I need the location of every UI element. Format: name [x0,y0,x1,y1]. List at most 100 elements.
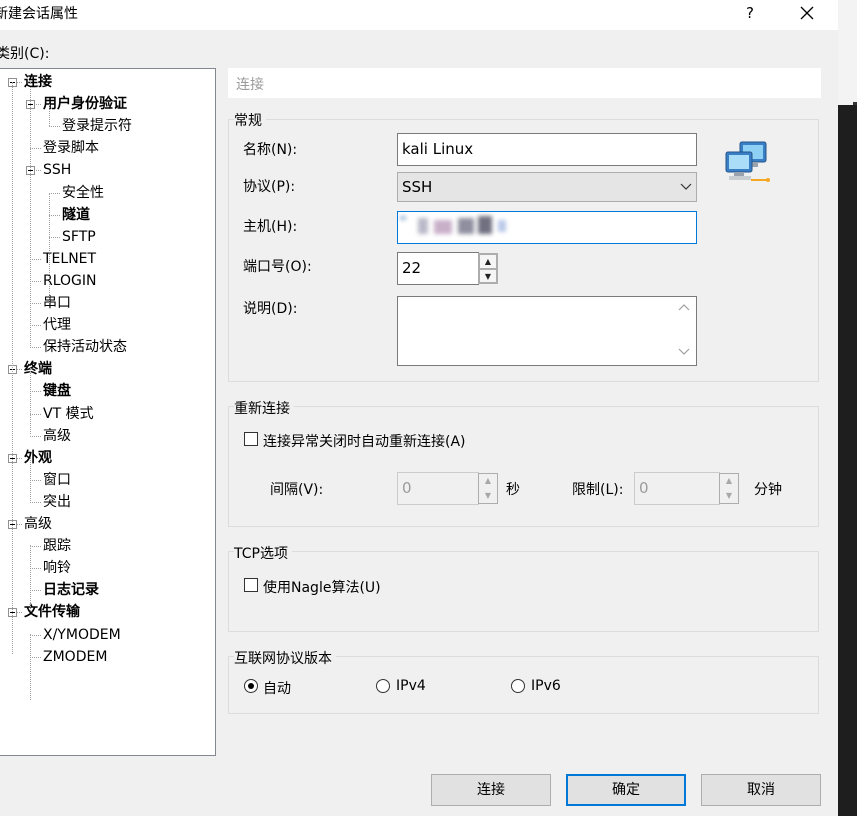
tree-connector [30,656,41,658]
background-window-strip [838,0,857,816]
tree-item[interactable]: SFTP [62,226,96,248]
name-label: 名称(N): [243,142,298,158]
tree-item[interactable]: RLOGIN [43,270,97,292]
protocol-label: 协议(P): [243,179,296,195]
tree-item[interactable]: 跟踪 [43,535,71,557]
scroll-up-icon [678,304,690,311]
radio-auto[interactable] [244,679,258,693]
window-title: 新建会话属性 [0,6,78,22]
limit-label: 限制(L): [572,482,624,498]
radio-ipv6[interactable] [511,679,525,693]
port-up-button[interactable]: ▲ [479,254,497,269]
tree-connector [30,435,41,437]
tree-item[interactable]: 用户身份验证 [43,93,127,115]
port-input[interactable]: 22 [397,252,479,285]
tree-item[interactable]: 突出 [43,491,71,513]
reconnect-checkbox-label[interactable]: 连接异常关闭时自动重新连接(A) [263,431,466,451]
tree-item[interactable]: SSH [43,159,71,181]
tree-item[interactable]: TELNET [43,248,96,270]
tree-guide-line [12,82,13,654]
protocol-select[interactable]: SSH [397,172,697,202]
scroll-down-icon [678,348,690,355]
host-label: 主机(H): [243,219,298,235]
limit-up-button[interactable]: ▲ [720,474,738,489]
protocol-select-value: SSH [402,178,433,196]
tree-item[interactable]: 保持活动状态 [43,336,127,358]
tree-connector [30,325,41,327]
tree-item[interactable]: VT 模式 [43,403,94,425]
tree-item[interactable]: 高级 [43,425,71,447]
tree-item[interactable]: 键盘 [43,380,71,402]
host-redacted-blur [400,216,506,234]
help-button[interactable]: ? [738,0,762,26]
port-spinner[interactable]: ▲ ▼ [478,253,498,284]
tree-item[interactable]: 高级 [24,513,52,535]
interval-spinner[interactable]: ▲ ▼ [478,473,498,504]
tree-connector [30,280,41,282]
close-button[interactable] [792,0,822,26]
category-tree[interactable]: 连接 用户身份验证 登录提示符 登录脚本 SSH 安全性 隧道 SFTP TELNET RLOGI… [0,68,216,756]
tree-item[interactable]: ZMODEM [43,646,107,668]
ip-version-group-title: 互联网协议版本 [234,648,336,668]
radio-ipv4-label[interactable]: IPv4 [396,678,426,694]
tree-guide-line [30,82,31,346]
ok-button[interactable]: 确定 [566,774,686,806]
general-group-title: 常规 [234,110,266,130]
section-header: 连接 [228,68,821,98]
tree-item[interactable]: 文件传输 [24,601,80,623]
tree-connector [30,303,41,304]
port-down-button[interactable]: ▼ [479,268,497,283]
tree-item[interactable]: 登录提示符 [62,115,132,137]
tree-guide-line [30,457,31,501]
tree-item[interactable]: 登录脚本 [43,137,99,159]
description-textarea[interactable] [397,296,697,366]
connect-button[interactable]: 连接 [431,774,551,806]
limit-down-button[interactable]: ▼ [720,489,738,504]
tree-connector [49,192,60,194]
tree-item[interactable]: 外观 [24,447,52,469]
host-input[interactable] [397,211,697,244]
tree-connector [30,546,41,548]
tree-item[interactable]: X/YMODEM [43,624,121,646]
tree-item[interactable]: 窗口 [43,469,71,491]
tcp-group-title: TCP选项 [234,543,292,563]
cancel-button[interactable]: 取消 [701,774,821,806]
nagle-checkbox-label[interactable]: 使用Nagle算法(U) [263,577,381,597]
section-header-title: 连接 [236,77,264,93]
tree-connector [30,590,41,592]
tree-connector [49,126,60,128]
tree-connector [30,568,41,570]
nagle-checkbox[interactable] [244,578,258,592]
limit-input[interactable]: 0 [634,472,720,505]
tree-connector [30,391,41,393]
background-window-top [838,0,857,105]
interval-label: 间隔(V): [270,482,324,498]
tree-item[interactable]: 隧道 [62,204,90,226]
tree-item[interactable]: 安全性 [62,182,104,204]
tree-item[interactable]: 串口 [43,292,71,314]
limit-unit: 分钟 [754,482,782,498]
tree-connector [30,258,41,260]
radio-ipv4[interactable] [376,679,390,693]
tree-guide-line [30,634,31,700]
tree-connector [30,413,41,415]
name-input[interactable]: kali Linux [397,133,697,166]
tree-connector [30,479,41,481]
tree-item[interactable]: 代理 [43,314,71,336]
tree-guide-line [30,368,31,434]
reconnect-checkbox[interactable] [244,432,258,446]
tree-connector [30,501,41,503]
interval-down-button[interactable]: ▼ [479,489,497,504]
limit-spinner[interactable]: ▲ ▼ [719,473,739,504]
tree-connector [30,347,41,349]
tree-item[interactable]: 日志记录 [43,579,99,601]
tree-item[interactable]: 连接 [24,71,52,93]
interval-up-button[interactable]: ▲ [479,474,497,489]
interval-input[interactable]: 0 [397,472,479,505]
radio-ipv6-label[interactable]: IPv6 [531,678,561,694]
radio-auto-label[interactable]: 自动 [263,678,291,698]
tree-item[interactable]: 响铃 [43,557,71,579]
tree-item[interactable]: 终端 [24,358,52,380]
tree-connector [30,148,41,150]
tree-guide-line [30,545,31,611]
